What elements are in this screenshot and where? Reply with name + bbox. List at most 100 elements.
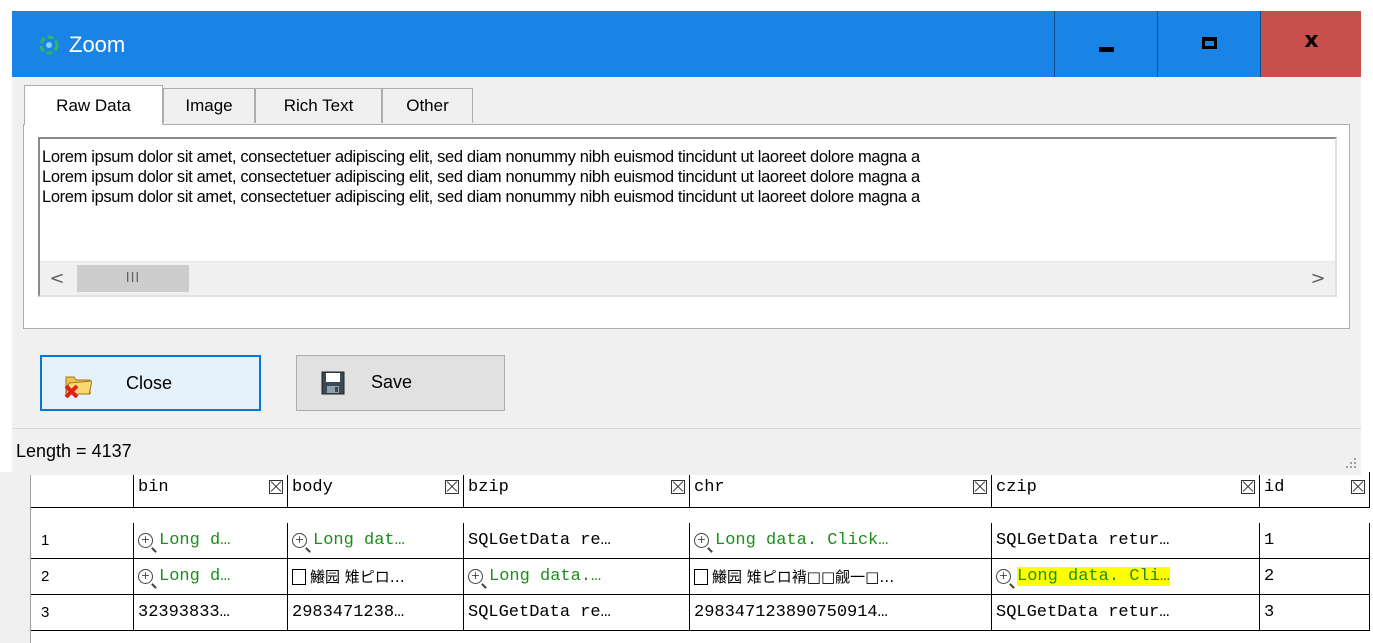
title-bar[interactable]: Zoom x [12,11,1361,77]
column-filter-icon[interactable] [1351,480,1365,494]
cell-text: Long data.… [489,567,602,586]
tab-other[interactable]: Other [382,88,473,123]
scroll-right-icon[interactable]: > [1301,262,1335,295]
cell-text: 3 [1264,603,1275,622]
save-button[interactable]: Save [296,355,505,411]
resize-grip-icon[interactable] [1343,455,1357,469]
cell-text: SQLGetData re… [468,603,611,622]
app-icon [39,35,59,55]
scrollbar-thumb[interactable]: III [77,265,189,292]
cell-text: Long data. Click… [715,531,889,550]
cell-text: 2 [1264,567,1275,586]
row-number[interactable]: 1 [31,523,134,559]
horizontal-scrollbar[interactable]: < III > [40,261,1335,295]
column-filter-icon[interactable] [269,480,283,494]
column-header-label: id [1264,478,1285,497]
cell-text: SQLGetData retur… [996,531,1170,550]
results-grid: bin body bzip chr czip id 1 + Long d… + … [0,472,1373,643]
grid-cell-czip[interactable]: + Long data. Cli… [992,559,1260,595]
status-bar: Length = 4137 [12,428,1361,475]
cell-text: 2983471238… [292,603,405,622]
column-header-bin[interactable]: bin [134,472,288,508]
minimize-icon [1099,47,1114,52]
zoom-icon[interactable]: + [138,569,153,584]
zoom-icon[interactable]: + [468,569,483,584]
close-button[interactable]: Close [40,355,261,411]
column-header-body[interactable]: body [288,472,464,508]
grid-cell-bin[interactable]: 32393833… [134,595,288,631]
tab-rich-text[interactable]: Rich Text [255,88,382,123]
row-number[interactable]: 2 [31,559,134,595]
grid-cell-czip[interactable]: SQLGetData retur… [992,523,1260,559]
grid-cell-bzip[interactable]: + Long data.… [464,559,690,595]
close-icon: x [1304,28,1319,53]
column-filter-icon[interactable] [1241,480,1255,494]
zoom-icon[interactable]: + [138,533,153,548]
maximize-icon [1202,37,1217,49]
column-header-chr[interactable]: chr [690,472,992,508]
text-line: Lorem ipsum dolor sit amet, consectetuer… [42,188,920,206]
grid-cell-body[interactable]: 鱶园 雉ピロ… [288,559,464,595]
missing-glyph-icon [694,568,708,585]
tab-raw-data[interactable]: Raw Data [24,85,163,125]
grid-cell-id[interactable]: 1 [1260,523,1370,559]
grid-cell-bin[interactable]: + Long d… [134,523,288,559]
grid-cell-chr[interactable]: + Long data. Click… [690,523,992,559]
column-header-bzip[interactable]: bzip [464,472,690,508]
grid-cell-czip[interactable]: SQLGetData retur… [992,595,1260,631]
row-number[interactable]: 3 [31,595,134,631]
grid-cell-id[interactable]: 3 [1260,595,1370,631]
column-header-label: bin [138,478,169,497]
cell-text: Long d… [159,567,231,586]
grid-cell-bin[interactable]: + Long d… [134,559,288,595]
column-filter-icon[interactable] [671,480,685,494]
cell-text: 鱶园 雉ピロ… [310,568,405,586]
grid-frame: bin body bzip chr czip id 1 + Long d… + … [30,472,1373,643]
close-window-button[interactable]: x [1260,11,1361,77]
cell-text: Long d… [159,531,231,550]
grid-cell-chr[interactable]: 鱶园 雉ピロ褙□□觎一□… [690,559,992,595]
window-client-area: Raw Data Image Rich Text Other Lorem ips… [12,77,1361,475]
column-header-id[interactable]: id [1260,472,1370,508]
missing-glyph-icon [292,568,306,585]
grid-cell-chr[interactable]: 298347123890750914… [690,595,992,631]
grid-cell-body[interactable]: + Long dat… [288,523,464,559]
cell-text: 1 [1264,531,1275,550]
minimize-button[interactable] [1054,11,1157,77]
column-header-czip[interactable]: czip [992,472,1260,508]
table-row[interactable]: 3 32393833… 2983471238… SQLGetData re… 2… [31,595,1370,631]
column-filter-icon[interactable] [445,480,459,494]
close-button-label: Close [126,373,173,393]
zoom-icon[interactable]: + [694,533,709,548]
tab-label: Image [185,96,233,115]
floppy-disk-icon [321,371,345,395]
maximize-button[interactable] [1157,11,1260,77]
length-status: Length = 4137 [16,441,132,461]
grid-corner-cell[interactable] [31,472,134,508]
table-row[interactable]: 1 + Long d… + Long dat… SQLGetData re… +… [31,523,1370,559]
grid-cell-body[interactable]: 2983471238… [288,595,464,631]
grid-cell-id[interactable]: 2 [1260,559,1370,595]
raw-data-textbox[interactable]: Lorem ipsum dolor sit amet, consectetuer… [38,137,1337,297]
column-filter-icon[interactable] [973,480,987,494]
cell-text-highlighted: Long data. Cli… [1017,567,1171,586]
raw-data-panel: Lorem ipsum dolor sit amet, consectetuer… [23,124,1350,329]
tab-label: Other [406,96,449,115]
grid-header-row: bin body bzip chr czip id [31,472,1370,508]
zoom-icon[interactable]: + [996,569,1011,584]
cell-text: 298347123890750914… [694,603,888,622]
zoom-window: Zoom x Raw Data Image Rich Text Other Lo… [12,11,1361,475]
column-header-label: czip [996,478,1037,497]
zoom-icon[interactable]: + [292,533,307,548]
text-line: Lorem ipsum dolor sit amet, consectetuer… [42,168,920,186]
scroll-left-icon[interactable]: < [40,262,74,295]
table-row[interactable]: 2 + Long d… 鱶园 雉ピロ… + Long data.… 鱶园 雉ピロ… [31,559,1370,595]
grid-cell-bzip[interactable]: SQLGetData re… [464,523,690,559]
tab-label: Rich Text [283,96,354,115]
save-button-label: Save [371,372,413,392]
text-line: Lorem ipsum dolor sit amet, consectetuer… [42,148,920,166]
column-header-label: body [292,478,333,497]
cell-text: 鱶园 雉ピロ褙□□觎一□… [712,568,895,586]
grid-cell-bzip[interactable]: SQLGetData re… [464,595,690,631]
tab-image[interactable]: Image [163,88,255,123]
